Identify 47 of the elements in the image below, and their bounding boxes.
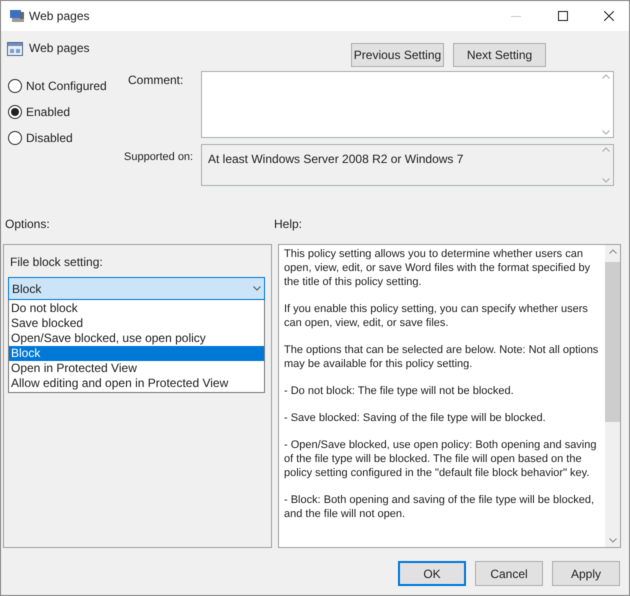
help-heading: Help: <box>274 216 302 233</box>
chevron-down-icon <box>253 286 261 291</box>
scroll-down-icon[interactable] <box>602 178 610 183</box>
scrollbar[interactable] <box>605 245 620 547</box>
help-paragraph: - Open/Save blocked, use open policy: Both opening and saving of the file type will be blocked. The file will open based on the policy setting configured in the "default file block behavior" key. <box>284 438 598 480</box>
radio-button[interactable] <box>8 105 22 119</box>
scroll-up-icon[interactable] <box>608 249 616 254</box>
dialog-button[interactable]: Cancel <box>475 561 543 586</box>
help-paragraph: If you enable this policy setting, you can specify whether users can open, view, edit, or save files. <box>284 302 589 330</box>
window-title: Web pages <box>29 8 90 25</box>
dropdown-option[interactable]: Open in Protected View <box>9 361 264 376</box>
help-paragraph: The options that can be selected are below. Note: Not all options may be available for this policy setting. <box>284 343 600 371</box>
dialog-button[interactable]: OK <box>398 561 466 586</box>
block-setting-dropdown[interactable]: Block <box>8 277 265 300</box>
dialog-button[interactable]: Apply <box>552 561 620 586</box>
policy-title: Web pages <box>29 41 90 55</box>
scroll-up-icon[interactable] <box>602 147 610 152</box>
radio-button[interactable] <box>8 79 22 93</box>
help-paragraph: - Do not block: The file type will not be blocked. <box>284 384 515 398</box>
dropdown-option[interactable]: Open/Save blocked, use open policy <box>9 331 264 346</box>
dropdown-option[interactable]: Do not block <box>9 301 264 316</box>
close-icon[interactable] <box>604 11 614 21</box>
dropdown-option[interactable]: Save blocked <box>9 316 264 331</box>
supported-value: At least Windows Server 2008 R2 or Windows 7 <box>207 151 464 168</box>
help-paragraph: This policy setting allows you to determine whether users can open, view, edit, or save Word files with the format specified by the title of this policy setting. <box>284 247 592 289</box>
help-paragraph: - Block: Both opening and saving of the file type will be blocked, and the file will not open. <box>284 493 596 521</box>
dropdown-option[interactable]: Allow editing and open in Protected View <box>9 376 264 391</box>
scroll-down-icon[interactable] <box>608 538 616 543</box>
field-label: File block setting: <box>9 254 104 271</box>
nav-button[interactable]: Previous Setting <box>351 43 444 67</box>
scroll-down-icon[interactable] <box>602 130 610 135</box>
dropdown-option[interactable]: Block <box>9 346 264 361</box>
radio-label[interactable]: Disabled <box>26 129 73 147</box>
options-heading: Options: <box>4 216 51 233</box>
help-paragraph: - Save blocked: Saving of the file type will be blocked. <box>284 411 547 425</box>
policy-icon <box>7 41 23 57</box>
comment-label: Comment: <box>127 72 184 89</box>
nav-button[interactable]: Next Setting <box>453 43 546 67</box>
radio-label[interactable]: Not Configured <box>26 77 107 95</box>
supported-label: Supported on: <box>123 150 194 165</box>
radio-label[interactable]: Enabled <box>26 103 70 121</box>
radio-button[interactable] <box>8 131 22 145</box>
scroll-thumb[interactable] <box>605 262 620 422</box>
scroll-up-icon[interactable] <box>602 74 610 79</box>
comment-field[interactable] <box>201 71 614 138</box>
maximize-icon[interactable] <box>558 11 568 21</box>
computer-icon <box>9 9 25 23</box>
